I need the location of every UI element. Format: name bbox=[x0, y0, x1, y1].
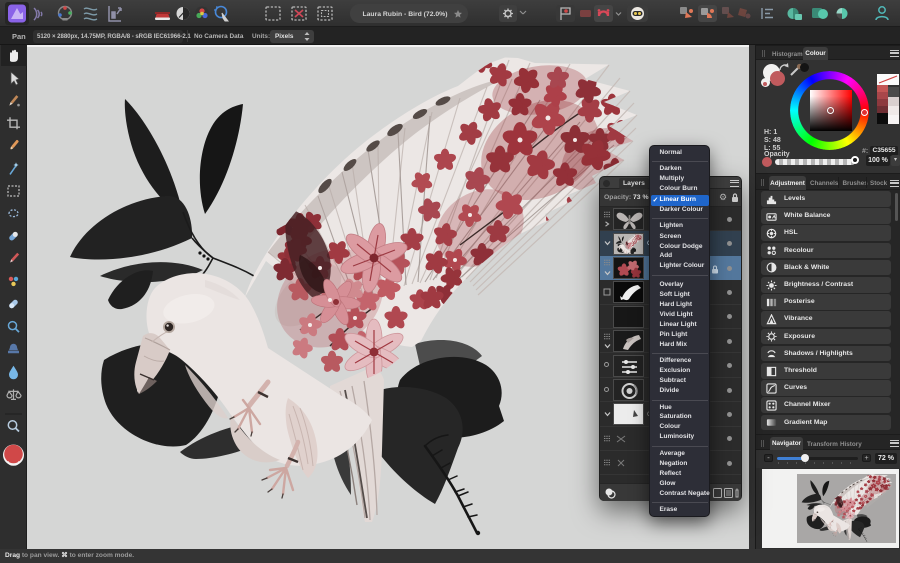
svg-text:Laura Rubin - Bird (72.0%): Laura Rubin - Bird (72.0%) bbox=[363, 11, 448, 18]
